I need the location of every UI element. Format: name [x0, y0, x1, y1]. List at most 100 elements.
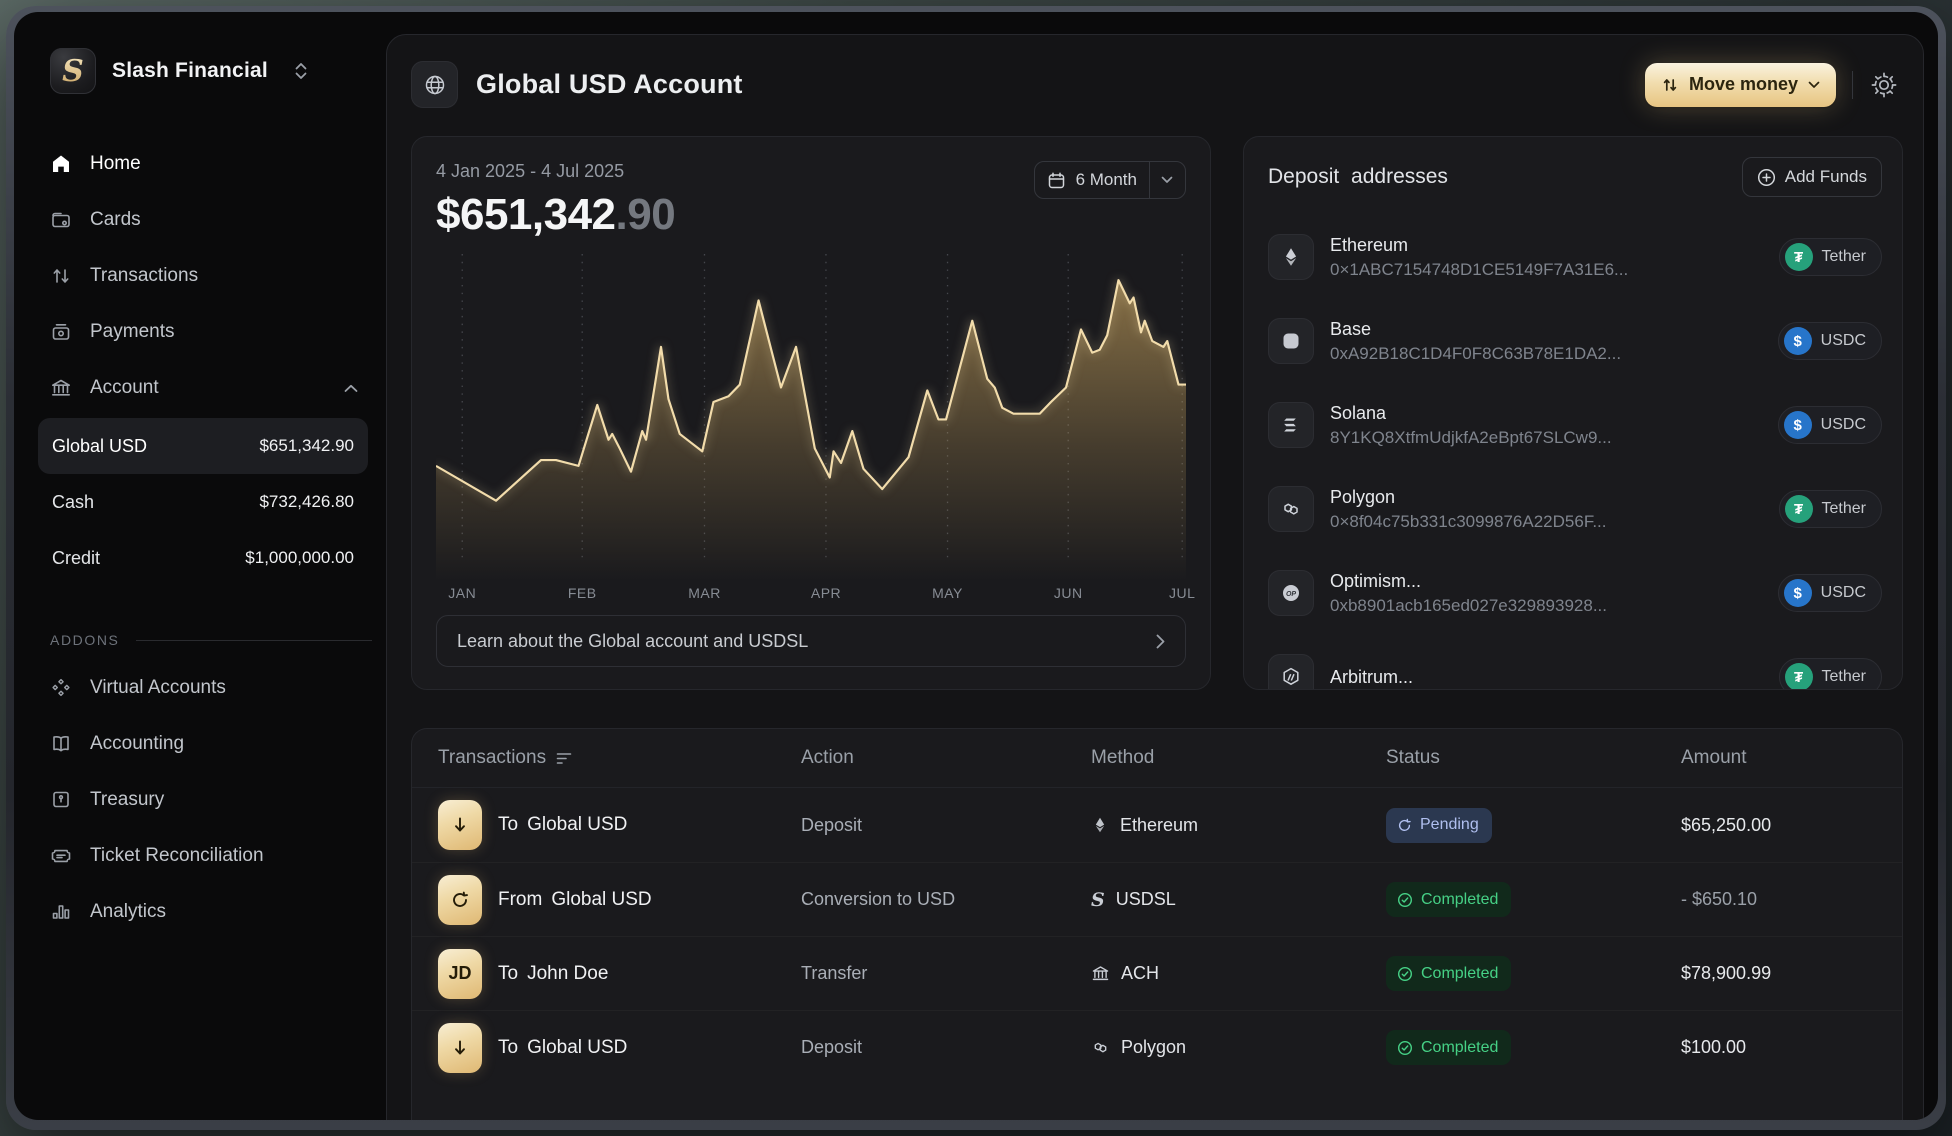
home-icon	[50, 153, 72, 175]
solana-icon	[1268, 402, 1314, 448]
token-badge-tether[interactable]: ₮ Tether	[1779, 658, 1882, 690]
move-money-label: Move money	[1689, 74, 1798, 95]
chain-address: 0×8f04c75b331c3099876A22D56F...	[1330, 512, 1606, 532]
sidebar-item-label: Home	[90, 153, 141, 175]
settings-button[interactable]	[1869, 70, 1899, 100]
counterparty: ToGlobal USD	[498, 1037, 627, 1059]
column-header-transactions[interactable]: Transactions	[438, 747, 801, 769]
account-balance: $651,342.90	[436, 190, 675, 240]
transaction-row[interactable]: ToGlobal USD Deposit Ethereum Pending $6…	[412, 788, 1902, 862]
workspace-switcher[interactable]: S Slash Financial	[50, 48, 368, 94]
status-badge-completed: Completed	[1386, 1030, 1511, 1065]
sidebar-item-label: Virtual Accounts	[90, 677, 226, 699]
sidebar-item-ticket-reconciliation[interactable]: Ticket Reconciliation	[50, 828, 372, 884]
method-cell: Ethereum	[1091, 815, 1386, 836]
sidebar-item-label: Treasury	[90, 789, 164, 811]
deposit-addresses-card: Deposit addresses Add Funds Ethereum	[1243, 136, 1903, 690]
account-label: Cash	[52, 492, 94, 513]
chain-name: Ethereum	[1330, 235, 1628, 256]
amount-cell: $78,900.99	[1681, 963, 1902, 984]
account-row-credit[interactable]: Credit $1,000,000.00	[38, 530, 368, 586]
chevron-right-icon	[1156, 634, 1165, 649]
chain-name: Optimism...	[1330, 571, 1607, 592]
safe-icon	[50, 789, 72, 811]
polygon-icon	[1268, 486, 1314, 532]
date-range: 4 Jan 2025 - 4 Jul 2025	[436, 161, 675, 182]
gear-icon	[1869, 70, 1899, 100]
sidebar-item-payments[interactable]: Payments	[50, 304, 372, 360]
token-badge-usdc[interactable]: $ USDC	[1778, 322, 1882, 360]
amount-cell: - $650.10	[1681, 889, 1902, 910]
arrows-up-down-icon	[1661, 76, 1679, 94]
x-axis-label: MAR	[688, 585, 721, 601]
sidebar-item-label: Ticket Reconciliation	[90, 845, 264, 867]
token-badge-tether[interactable]: ₮ Tether	[1779, 238, 1882, 276]
deposit-list: Ethereum 0×1ABC7154748D1CE5149F7A31E6...…	[1244, 213, 1902, 690]
counterparty: FromGlobal USD	[498, 889, 652, 911]
check-circle-icon	[1397, 1040, 1413, 1056]
deposit-header: Deposit addresses Add Funds	[1244, 137, 1902, 213]
sidebar-item-treasury[interactable]: Treasury	[50, 772, 372, 828]
page-header: Global USD Account Move money	[387, 35, 1923, 136]
deposit-row-optimism[interactable]: OP Optimism... 0xb8901acb165ed027e329893…	[1268, 551, 1882, 635]
token-badge-usdc[interactable]: $ USDC	[1778, 406, 1882, 444]
transaction-row[interactable]: JD ToJohn Doe Transfer ACH Completed $78…	[412, 936, 1902, 1010]
deposit-row-polygon[interactable]: Polygon 0×8f04c75b331c3099876A22D56F... …	[1268, 467, 1882, 551]
deposit-row-base[interactable]: Base 0xA92B18C1D4F0F8C63B78E1DA2... $ US…	[1268, 299, 1882, 383]
brand-logo: S	[50, 48, 96, 94]
account-balances: Global USD $651,342.90 Cash $732,426.80 …	[38, 418, 368, 586]
sidebar-item-label: Analytics	[90, 901, 166, 923]
tether-icon: ₮	[1785, 663, 1813, 690]
counterparty: ToJohn Doe	[498, 963, 608, 985]
token-badge-tether[interactable]: ₮ Tether	[1779, 490, 1882, 528]
column-header-status[interactable]: Status	[1386, 747, 1681, 769]
column-header-amount[interactable]: Amount	[1681, 747, 1902, 769]
account-amount: $732,426.80	[259, 492, 354, 512]
globe-icon	[423, 73, 447, 97]
polygon-icon	[1091, 1038, 1110, 1057]
app-window: S Slash Financial Home Cards Transaction…	[14, 12, 1938, 1120]
chain-address: 0xb8901acb165ed027e329893928...	[1330, 596, 1607, 616]
learn-link[interactable]: Learn about the Global account and USDSL	[436, 615, 1186, 667]
chevron-updown-icon	[294, 61, 308, 81]
sidebar-item-home[interactable]: Home	[50, 136, 372, 192]
transaction-row[interactable]: FromGlobal USD Conversion to USD S USDSL…	[412, 862, 1902, 936]
addons-nav: Virtual Accounts Accounting Treasury Tic…	[50, 660, 386, 940]
arbitrum-icon	[1268, 654, 1314, 690]
sidebar-item-account[interactable]: Account	[50, 360, 372, 416]
deposit-title: Deposit addresses	[1268, 165, 1448, 189]
sidebar-item-accounting[interactable]: Accounting	[50, 716, 372, 772]
action-cell: Transfer	[801, 963, 1091, 984]
divider	[136, 640, 373, 641]
calendar-icon	[1047, 171, 1066, 190]
move-money-button[interactable]: Move money	[1645, 63, 1836, 107]
account-row-cash[interactable]: Cash $732,426.80	[38, 474, 368, 530]
svg-text:OP: OP	[1286, 591, 1296, 598]
transaction-row[interactable]: ToGlobal USD Deposit Polygon Completed $…	[412, 1010, 1902, 1084]
sidebar-item-cards[interactable]: Cards	[50, 192, 372, 248]
bar-chart-icon	[50, 901, 72, 923]
column-header-action[interactable]: Action	[801, 747, 1091, 769]
addons-label: ADDONS	[50, 632, 120, 648]
deposit-row-ethereum[interactable]: Ethereum 0×1ABC7154748D1CE5149F7A31E6...…	[1268, 215, 1882, 299]
amount-cell: $65,250.00	[1681, 815, 1902, 836]
action-cell: Deposit	[801, 815, 1091, 836]
sidebar-item-transactions[interactable]: Transactions	[50, 248, 372, 304]
add-funds-button[interactable]: Add Funds	[1742, 157, 1882, 197]
time-range-select[interactable]: 6 Month	[1034, 161, 1186, 199]
account-row-global-usd[interactable]: Global USD $651,342.90	[38, 418, 368, 474]
usdc-icon: $	[1784, 411, 1812, 439]
ethereum-icon	[1091, 816, 1109, 834]
sidebar-item-analytics[interactable]: Analytics	[50, 884, 372, 940]
deposit-row-arbitrum[interactable]: Arbitrum... ₮ Tether	[1268, 635, 1882, 690]
optimism-icon: OP	[1268, 570, 1314, 616]
refresh-icon	[1397, 818, 1412, 833]
column-header-method[interactable]: Method	[1091, 747, 1386, 769]
deposit-row-solana[interactable]: Solana 8Y1KQ8XtfmUdjkfA2eBpt67SLCw9... $…	[1268, 383, 1882, 467]
token-badge-usdc[interactable]: $ USDC	[1778, 574, 1882, 612]
main-panel: Global USD Account Move money 4 Jan 2025	[386, 34, 1924, 1120]
book-icon	[50, 733, 72, 755]
header-actions: Move money	[1645, 63, 1899, 107]
sidebar-item-virtual-accounts[interactable]: Virtual Accounts	[50, 660, 372, 716]
account-label: Global USD	[52, 436, 147, 457]
